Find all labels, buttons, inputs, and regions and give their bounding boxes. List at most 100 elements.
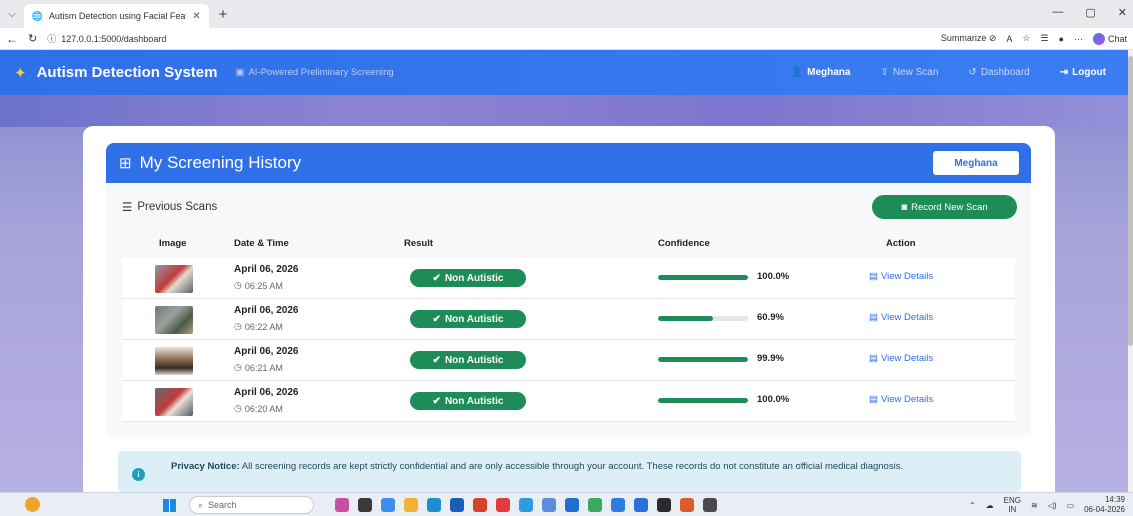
column-header-action: Action — [886, 238, 916, 249]
url-field[interactable]: ⓘ 127.0.0.1:5000/dashboard — [47, 32, 166, 45]
favorite-star-icon[interactable]: ☆ — [1022, 33, 1030, 44]
browser-app-icon[interactable] — [611, 498, 625, 512]
user-pill: Meghana — [933, 151, 1019, 175]
document-icon: ▤ — [869, 271, 878, 282]
view-details-link[interactable]: ▤ View Details — [869, 394, 933, 405]
scan-thumbnail — [155, 347, 193, 375]
clock-icon: ◷ — [234, 362, 242, 372]
url-text: 127.0.0.1:5000/dashboard — [61, 33, 167, 44]
taskbar-apps — [335, 498, 717, 512]
chrome-icon[interactable] — [496, 498, 510, 512]
tab-actions-chevron-icon[interactable]: ⌵ — [8, 9, 16, 20]
confidence-bar — [658, 316, 748, 321]
taskbar-search[interactable]: ⌕ Search — [189, 496, 314, 514]
confidence-bar — [658, 357, 748, 362]
upload-icon: ⇪ — [880, 67, 889, 78]
refresh-icon[interactable]: ↻ — [28, 32, 37, 45]
minimize-button[interactable]: — — [1052, 6, 1063, 19]
browser-tab[interactable]: 🌐 Autism Detection using Facial Feat ✕ — [23, 4, 209, 28]
scan-time: ◷ 06:20 AM — [234, 403, 283, 414]
clock[interactable]: 14:39 06-04-2026 — [1084, 495, 1125, 515]
nav-user[interactable]: 👤 Meghana — [791, 67, 851, 78]
scan-time: ◷ 06:22 AM — [234, 321, 283, 332]
os-taskbar: ⌕ Search ⌃ ☁ ENG IN ≋ ◁) ▭ 14:39 06-04-2 — [0, 492, 1133, 516]
scan-date: April 06, 2026 — [234, 264, 299, 275]
view-details-link[interactable]: ▤ View Details — [869, 353, 933, 364]
task-view-icon[interactable] — [358, 498, 372, 512]
document-icon: ▤ — [869, 312, 878, 323]
search-icon: ⌕ — [198, 499, 204, 510]
confidence-bar — [658, 275, 748, 280]
scan-date: April 06, 2026 — [234, 387, 299, 398]
language-indicator[interactable]: ENG IN — [1004, 496, 1021, 514]
scan-thumbnail — [155, 306, 193, 334]
result-badge: ✔ Non Autistic — [410, 310, 526, 328]
windows-start-icon[interactable] — [163, 499, 176, 512]
vscode-icon[interactable] — [634, 498, 648, 512]
battery-icon[interactable]: ▭ — [1067, 501, 1075, 510]
calendar-icon[interactable] — [565, 498, 579, 512]
chevron-up-icon[interactable]: ⌃ — [969, 501, 976, 510]
tab-close-button[interactable]: ✕ — [192, 11, 200, 22]
confidence-value: 99.9% — [757, 353, 784, 364]
result-badge: ✔ Non Autistic — [410, 392, 526, 410]
view-details-link[interactable]: ▤ View Details — [869, 271, 933, 282]
whatsapp-icon[interactable] — [588, 498, 602, 512]
terminal-icon[interactable] — [703, 498, 717, 512]
nav-dashboard-link[interactable]: ↺ Dashboard — [968, 67, 1029, 78]
app-icon[interactable] — [542, 498, 556, 512]
weather-icon[interactable] — [519, 498, 533, 512]
app-icon[interactable] — [680, 498, 694, 512]
nav-logout-link[interactable]: ⇥ Logout — [1060, 67, 1106, 78]
maximize-button[interactable]: ▢ — [1085, 6, 1095, 19]
pycharm-icon[interactable] — [657, 498, 671, 512]
file-explorer-icon[interactable] — [404, 498, 418, 512]
notification-icon[interactable] — [25, 497, 40, 512]
wifi-icon[interactable]: ≋ — [1031, 501, 1038, 510]
close-window-button[interactable]: ✕ — [1118, 6, 1127, 19]
confidence-bar-fill — [658, 398, 748, 403]
office-icon[interactable] — [473, 498, 487, 512]
camera-icon: ◙ — [901, 201, 908, 213]
copilot-chat-button[interactable]: Chat — [1092, 32, 1127, 45]
background-band — [0, 95, 1128, 127]
history-card: ⊞ My Screening History Meghana ☰ Previou… — [83, 126, 1055, 506]
confidence-bar-fill — [658, 275, 748, 280]
browser-tab-bar: ⌵ 🌐 Autism Detection using Facial Feat ✕… — [0, 0, 1133, 28]
puzzle-icon: ✦ — [14, 64, 27, 82]
card-body: ☰ Previous Scans ◙ Record New Scan Image… — [106, 183, 1031, 436]
store-icon[interactable] — [450, 498, 464, 512]
new-tab-button[interactable]: + — [219, 6, 228, 23]
user-icon: 👤 — [790, 67, 804, 78]
read-aloud-icon[interactable]: A — [1006, 34, 1012, 44]
favorites-icon[interactable]: ☰ — [1040, 33, 1048, 44]
id-card-icon: ▣ — [235, 67, 245, 78]
profile-avatar[interactable]: ● — [1059, 34, 1064, 44]
edge-browser-icon[interactable] — [427, 498, 441, 512]
confidence-bar-fill — [658, 316, 713, 321]
volume-icon[interactable]: ◁) — [1048, 501, 1057, 510]
cloud-icon[interactable]: ☁ — [986, 501, 994, 510]
back-arrow-icon[interactable]: ← — [6, 32, 18, 46]
copilot-app-icon[interactable] — [381, 498, 395, 512]
more-menu-icon[interactable]: ··· — [1074, 34, 1083, 44]
scan-date: April 06, 2026 — [234, 346, 299, 357]
brand-title[interactable]: Autism Detection System — [37, 64, 218, 81]
history-table: April 06, 2026 ◷ 06:25 AM ✔ Non Autistic 1… — [122, 258, 1015, 422]
summarize-button[interactable]: Summarize ⊘ — [941, 33, 997, 44]
app-widget-icon[interactable] — [335, 498, 349, 512]
system-tray: ⌃ ☁ ENG IN ≋ ◁) ▭ 14:39 06-04-2026 — [969, 495, 1125, 515]
view-details-link[interactable]: ▤ View Details — [869, 312, 933, 323]
document-icon: ▤ — [869, 394, 878, 405]
check-circle-icon: ✔ — [432, 395, 441, 407]
scan-time: ◷ 06:25 AM — [234, 280, 283, 291]
tab-title: Autism Detection using Facial Feat — [48, 11, 187, 21]
info-icon: ⓘ — [47, 34, 57, 44]
record-new-scan-button[interactable]: ◙ Record New Scan — [872, 195, 1017, 219]
table-header: Image Date & Time Result Confidence Acti… — [122, 238, 1015, 254]
nav-new-scan-link[interactable]: ⇪ New Scan — [880, 67, 938, 78]
address-bar: ← ↻ ⓘ 127.0.0.1:5000/dashboard Summarize… — [0, 28, 1133, 50]
column-header-result: Result — [404, 238, 434, 249]
privacy-label: Privacy Notice: — [171, 461, 240, 472]
scrollbar-thumb[interactable] — [1128, 56, 1133, 346]
